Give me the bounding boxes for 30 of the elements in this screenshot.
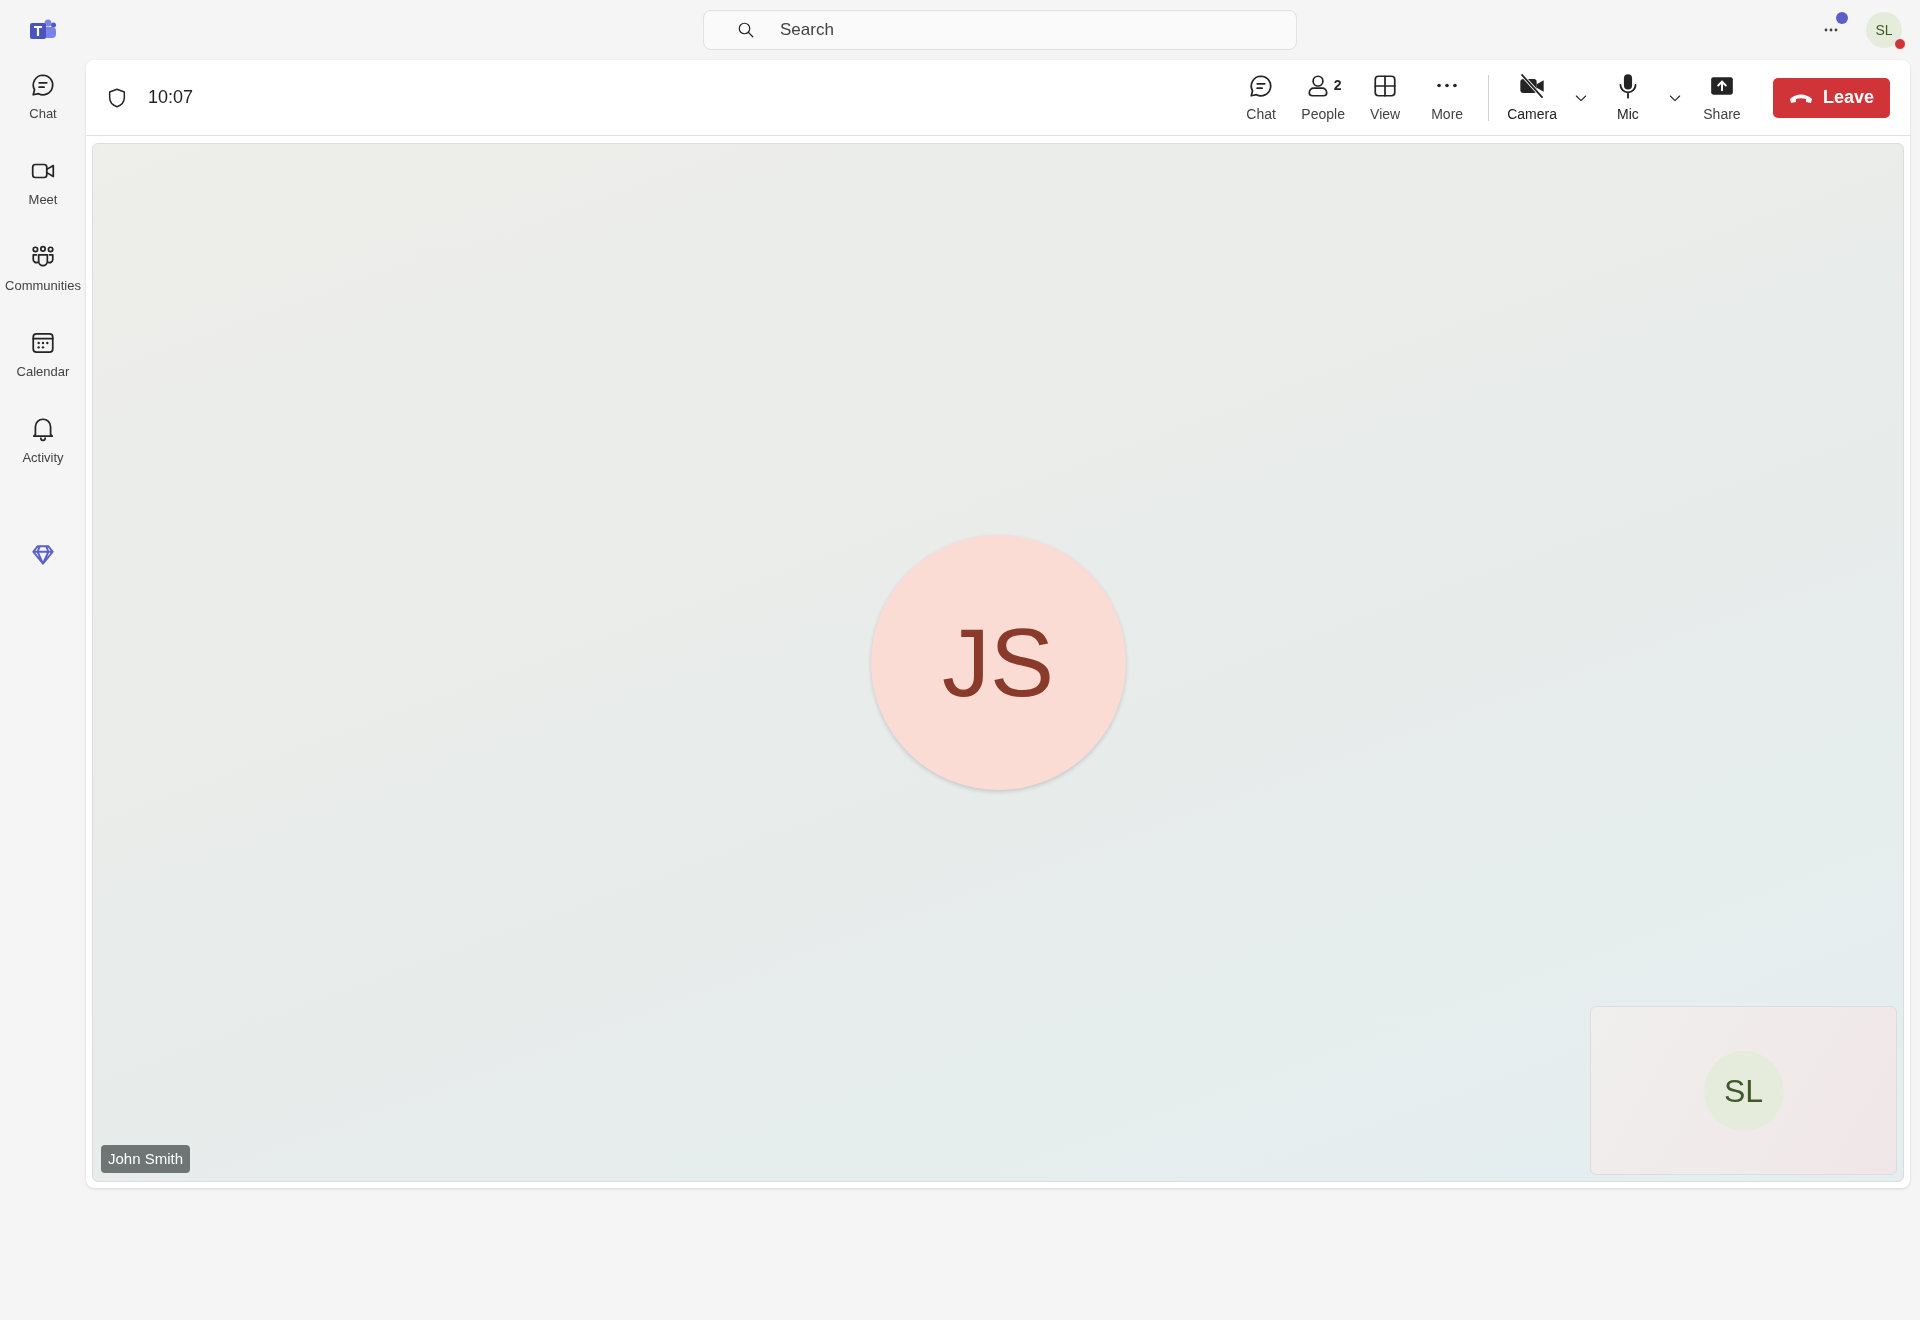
- people-button[interactable]: 2 People: [1292, 66, 1355, 129]
- sidebar-item[interactable]: Chat: [0, 72, 86, 158]
- meeting-time: 10:07: [148, 86, 194, 109]
- sidebar-item[interactable]: Calendar: [0, 330, 86, 416]
- grid-icon: [1372, 72, 1399, 99]
- diamond-icon[interactable]: [30, 542, 56, 568]
- view-button[interactable]: View: [1354, 66, 1417, 129]
- app-logo-icon[interactable]: [29, 17, 57, 42]
- mic-button[interactable]: Mic: [1596, 66, 1659, 129]
- shield-icon: [106, 86, 128, 109]
- chat-bubble-icon: [30, 72, 56, 98]
- sidebar-item[interactable]: Activity: [0, 416, 86, 502]
- search-field[interactable]: Search: [703, 10, 1297, 50]
- calendar-icon: [30, 330, 56, 356]
- avatar-initials: SL: [1875, 20, 1893, 40]
- more-icon: [1437, 83, 1458, 88]
- avatar-initials: JS: [942, 607, 1054, 718]
- bell-icon: [30, 416, 56, 442]
- sidebar-item[interactable]: Communities: [0, 244, 86, 330]
- participant-count: 2: [1333, 76, 1342, 95]
- participant-name: John Smith: [101, 1144, 191, 1173]
- share-button[interactable]: Share: [1690, 66, 1753, 129]
- more-button[interactable]: More: [1416, 66, 1479, 129]
- leave-button[interactable]: Leave: [1772, 77, 1890, 118]
- chat-bubble-icon: [1248, 72, 1275, 99]
- avatar-initials: SL: [1723, 1071, 1764, 1111]
- status-dot: [1894, 38, 1906, 50]
- chat-button[interactable]: Chat: [1230, 66, 1293, 129]
- camera-button[interactable]: Camera: [1499, 66, 1565, 129]
- sidebar-item[interactable]: Meet: [0, 158, 86, 244]
